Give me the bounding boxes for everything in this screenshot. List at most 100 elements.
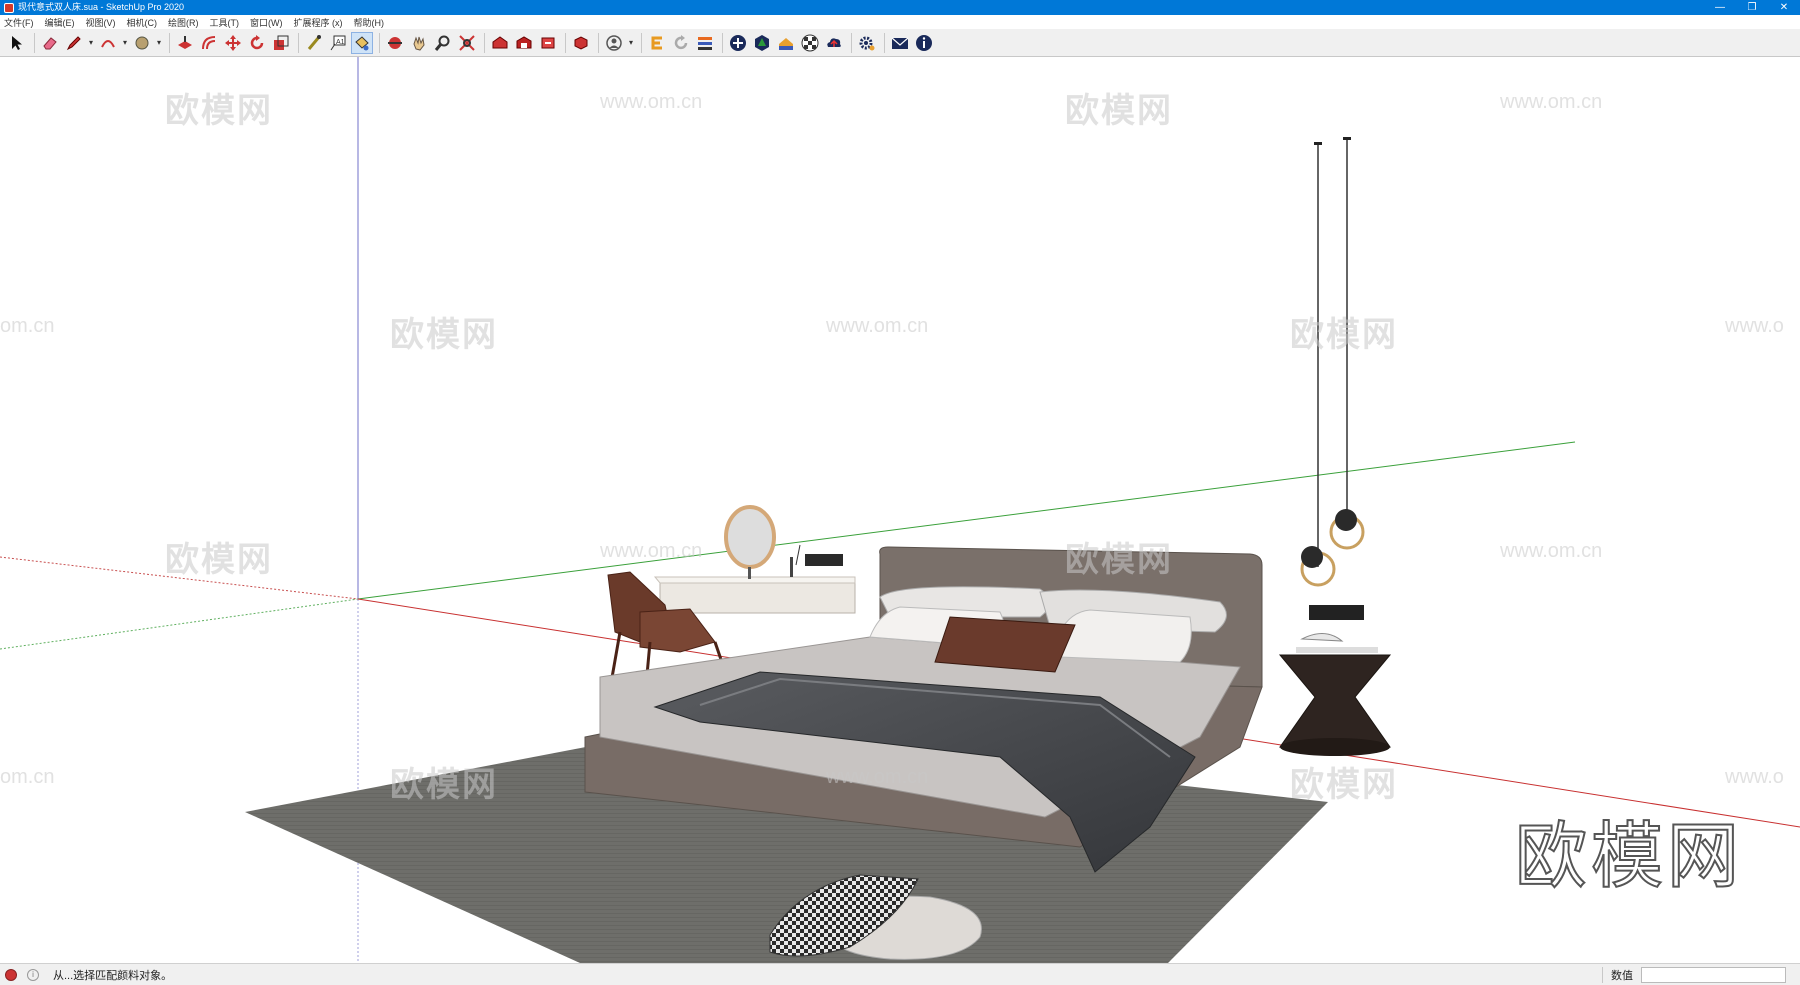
model-viewport[interactable]: 欧模网 www.om.cn 欧模网 www.om.cn om.cn 欧模网 ww… xyxy=(0,57,1800,963)
arc-icon xyxy=(101,39,115,47)
refresh-icon xyxy=(674,34,688,49)
line-tool[interactable] xyxy=(63,32,85,54)
offset-tool[interactable] xyxy=(198,32,220,54)
chevron-down-icon[interactable]: ▾ xyxy=(155,32,163,54)
toolbar-separator xyxy=(169,32,170,53)
hand-icon xyxy=(413,36,425,51)
toolbar-separator xyxy=(34,32,35,53)
watermark-url: om.cn xyxy=(0,766,55,788)
menu-extensions[interactable]: 扩展程序 (x) xyxy=(294,16,343,29)
settings-tool[interactable] xyxy=(856,32,878,54)
main-toolbar: ▾ ▾ ▾ A1 ▾ xyxy=(0,29,1800,57)
status-message: 从...选择匹配颜料对象。 xyxy=(53,969,173,982)
pillow[interactable] xyxy=(1059,609,1192,663)
chevron-down-icon[interactable]: ▾ xyxy=(87,32,95,54)
select-tool[interactable] xyxy=(6,32,28,54)
watermark-url: www.om.cn xyxy=(1500,91,1603,113)
text-tool[interactable]: A1 xyxy=(327,32,349,54)
menu-window[interactable]: 窗口(W) xyxy=(250,16,283,29)
tape-measure-tool[interactable] xyxy=(303,32,325,54)
cloud-tool[interactable] xyxy=(823,32,845,54)
menu-camera[interactable]: 相机(C) xyxy=(127,16,158,29)
plugin-e-tool[interactable] xyxy=(646,32,668,54)
scale-tool[interactable] xyxy=(270,32,292,54)
menu-file[interactable]: 文件(F) xyxy=(4,16,34,29)
restore-button[interactable]: ❐ xyxy=(1736,0,1768,15)
menu-tools[interactable]: 工具(T) xyxy=(210,16,240,29)
rotate-tool[interactable] xyxy=(246,32,268,54)
diffuser-bottle xyxy=(790,557,793,577)
account-tool[interactable] xyxy=(603,32,625,54)
watermark-url: www.om.cn xyxy=(600,540,703,562)
menu-bar: 文件(F) 编辑(E) 视图(V) 相机(C) 绘图(R) 工具(T) 窗口(W… xyxy=(0,15,1800,29)
toolbar-separator xyxy=(641,32,642,53)
geolocation-icon[interactable] xyxy=(5,968,17,981)
menu-draw[interactable]: 绘图(R) xyxy=(168,16,199,29)
share-icon xyxy=(541,37,555,48)
chair-seat xyxy=(639,608,716,653)
zoom-extents-tool[interactable] xyxy=(456,32,478,54)
warehouse-tool[interactable] xyxy=(489,32,511,54)
eraser-icon xyxy=(43,36,57,49)
plugin-e-icon xyxy=(651,36,662,49)
rotate-icon xyxy=(250,34,264,49)
share-model-tool[interactable] xyxy=(537,32,559,54)
info-tool[interactable] xyxy=(913,32,935,54)
terrain-icon xyxy=(779,37,793,50)
minimize-button[interactable]: — xyxy=(1704,0,1736,15)
shape-tool[interactable] xyxy=(131,32,153,54)
nightstand-book xyxy=(1309,605,1364,620)
pan-tool[interactable] xyxy=(408,32,430,54)
credits-icon[interactable]: i xyxy=(27,968,39,981)
eraser-tool[interactable] xyxy=(39,32,61,54)
paint-bucket-tool[interactable] xyxy=(351,31,373,54)
chevron-down-icon[interactable]: ▾ xyxy=(121,32,129,54)
refresh-tool[interactable] xyxy=(670,32,692,54)
watermark-url: www.o xyxy=(1725,766,1784,788)
desk-top xyxy=(653,576,856,584)
menu-edit[interactable]: 编辑(E) xyxy=(45,16,75,29)
tree-tool[interactable] xyxy=(751,32,773,54)
extension-warehouse-tool[interactable] xyxy=(513,32,535,54)
orbit-icon xyxy=(388,36,402,49)
watermark-text: 欧模网 xyxy=(390,765,498,805)
checker-tool[interactable] xyxy=(799,32,821,54)
chevron-down-icon[interactable]: ▾ xyxy=(627,32,635,54)
orbit-tool[interactable] xyxy=(384,32,406,54)
trimble-connect-tool[interactable] xyxy=(570,32,592,54)
sketchup-window: 现代意式双人床.sua - SketchUp Pro 2020 — ❐ ✕ 文件… xyxy=(0,0,1800,985)
watermark-url: om.cn xyxy=(0,315,55,337)
menu-help[interactable]: 帮助(H) xyxy=(354,16,385,29)
green-axis-negative xyxy=(0,598,359,650)
ceiling-mount xyxy=(1314,142,1322,145)
wall-desk[interactable] xyxy=(659,580,856,614)
watermark-url: www.om.cn xyxy=(600,91,703,113)
text-icon: A1 xyxy=(330,35,346,50)
scale-icon xyxy=(274,35,289,50)
arc-tool[interactable] xyxy=(97,32,119,54)
move-tool[interactable] xyxy=(222,32,244,54)
vanity-mirror[interactable] xyxy=(724,505,776,569)
mail-icon xyxy=(891,37,909,49)
watermark-text: 欧模网 xyxy=(390,315,498,355)
zoom-tool[interactable] xyxy=(432,32,454,54)
watermark-text: 欧模网 xyxy=(1065,540,1173,580)
measurements-input[interactable] xyxy=(1641,966,1786,983)
offset-icon xyxy=(202,35,216,49)
diffuser-stick xyxy=(795,544,801,566)
mail-tool[interactable] xyxy=(889,32,911,54)
measurements-label: 数值 xyxy=(1602,966,1633,983)
status-bar: i 从...选择匹配颜料对象。 数值 xyxy=(0,963,1800,985)
terrain-tool[interactable] xyxy=(775,32,797,54)
push-pull-tool[interactable] xyxy=(174,32,196,54)
ceiling-mount xyxy=(1343,137,1351,140)
info-icon xyxy=(916,34,932,51)
menu-view[interactable]: 视图(V) xyxy=(86,16,116,29)
watermark-url: www.o xyxy=(1725,315,1784,337)
nightstand[interactable] xyxy=(1278,654,1392,748)
user-icon xyxy=(606,34,622,51)
layers-tool[interactable] xyxy=(694,32,716,54)
add-tool[interactable] xyxy=(727,32,749,54)
throw-pillow[interactable] xyxy=(934,616,1076,673)
close-button[interactable]: ✕ xyxy=(1768,0,1800,15)
